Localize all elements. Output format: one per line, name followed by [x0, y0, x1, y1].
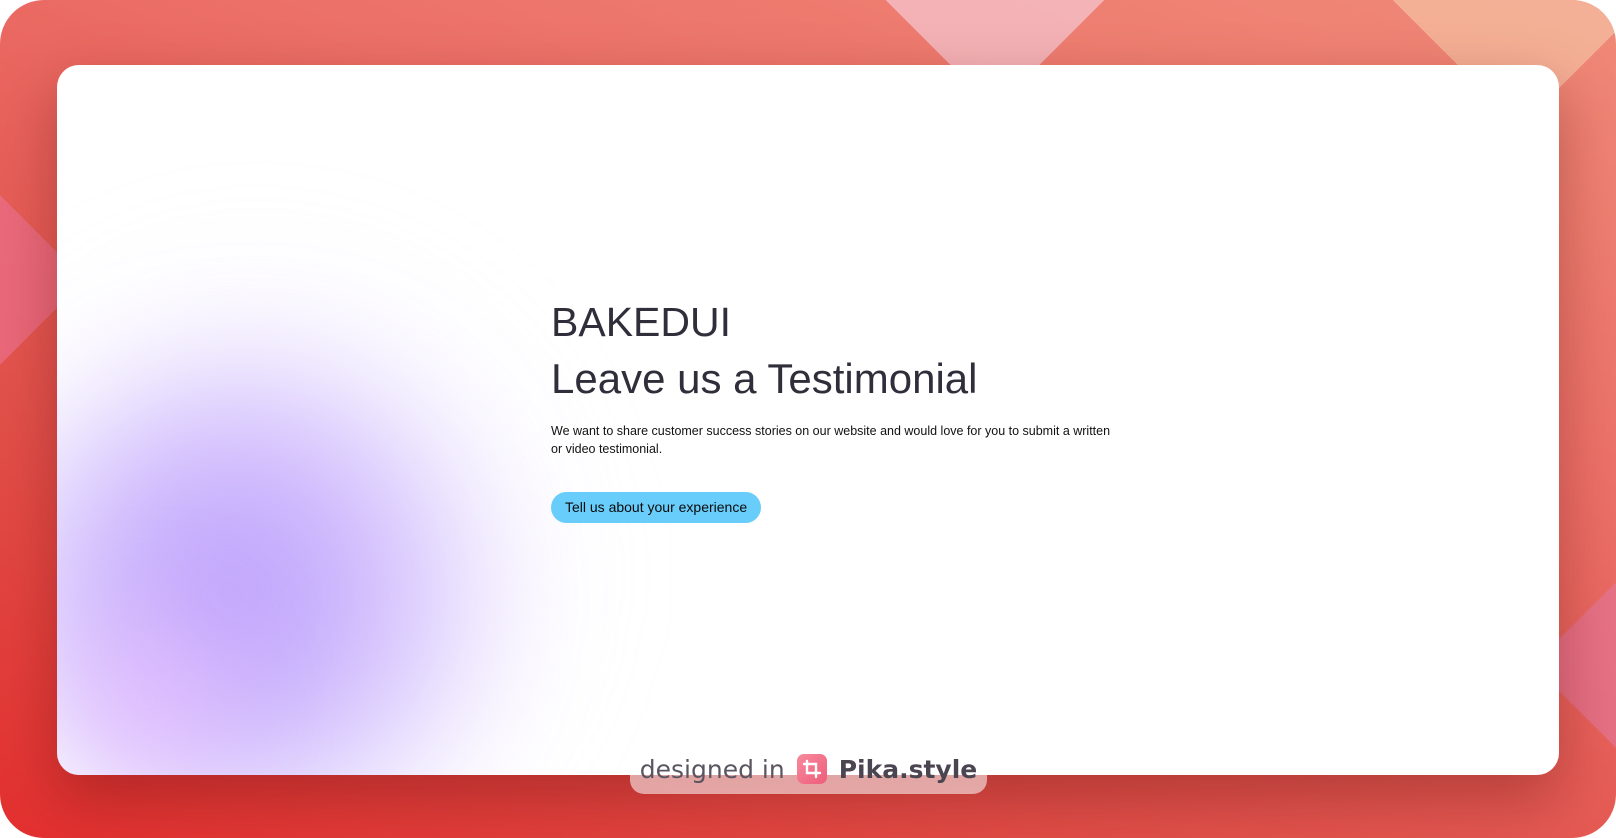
- watermark: designed in Pika.style: [630, 744, 987, 794]
- hero-description: We want to share customer success storie…: [551, 424, 1111, 456]
- page-card: BAKEDUI Leave us a Testimonial We want t…: [57, 65, 1559, 775]
- page-title: Leave us a Testimonial: [551, 355, 978, 402]
- watermark-brand: Pika.style: [838, 754, 978, 784]
- gradient-blob: [77, 625, 217, 775]
- crop-icon: [796, 754, 827, 784]
- hero-section: BAKEDUI Leave us a Testimonial We want t…: [551, 297, 1111, 523]
- brand-name: BAKEDUI: [551, 299, 731, 345]
- watermark-prefix: designed in: [639, 754, 785, 784]
- background-frame: BAKEDUI Leave us a Testimonial We want t…: [0, 0, 1616, 838]
- tell-experience-button[interactable]: Tell us about your experience: [551, 492, 762, 523]
